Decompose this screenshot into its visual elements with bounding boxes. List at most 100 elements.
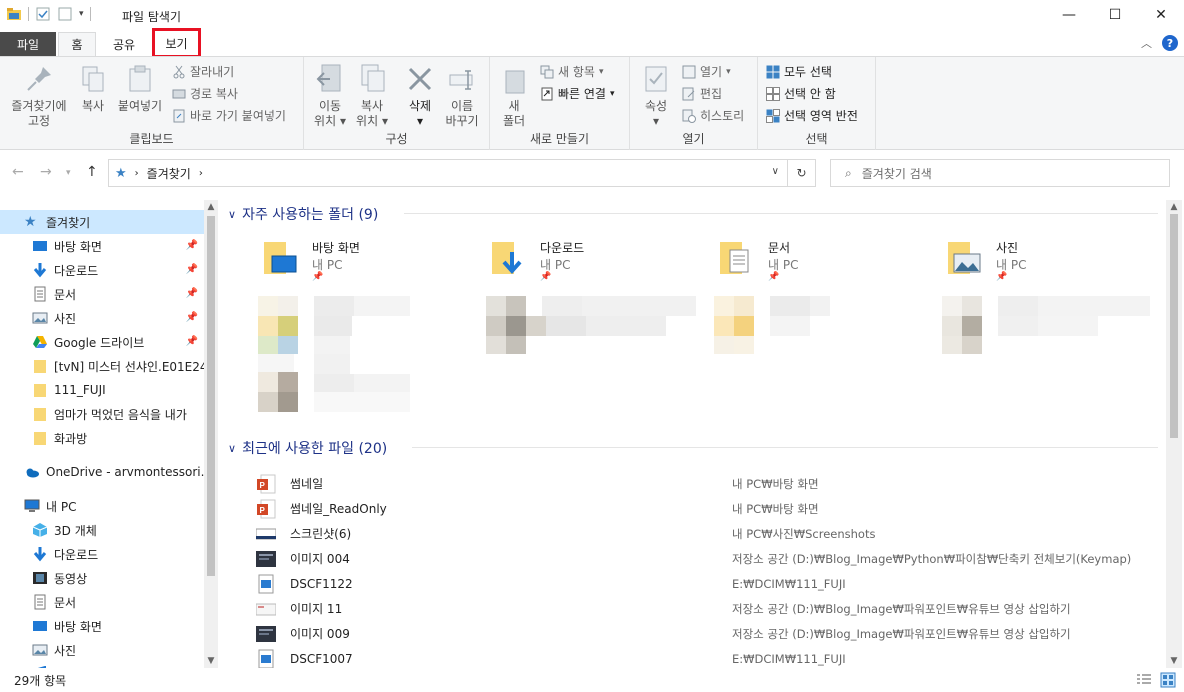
- details-view-icon[interactable]: [1136, 672, 1152, 688]
- help-icon[interactable]: ?: [1162, 35, 1178, 51]
- close-button[interactable]: ✕: [1138, 0, 1184, 30]
- recent-file-row[interactable]: 이미지 009 저장소 공간 (D:)₩Blog_Image₩파워포인트₩유튜브…: [256, 621, 1176, 646]
- nav-this-pc[interactable]: 내 PC: [0, 494, 204, 518]
- back-arrow-icon[interactable]: ←: [12, 164, 24, 180]
- paste-button[interactable]: 붙여넣기: [114, 63, 166, 114]
- new-folder-label-1: 새: [508, 99, 520, 113]
- collapse-chevron-icon[interactable]: ∨: [228, 208, 236, 221]
- frequent-folder-tile[interactable]: 사진 내 PC 📌: [942, 236, 1162, 284]
- recent-file-row[interactable]: DSCF1122 E:₩DCIM₩111_FUJI: [256, 571, 1176, 596]
- pin-icon[interactable]: 📌: [186, 240, 198, 251]
- copy-button[interactable]: 복사: [76, 63, 110, 114]
- scroll-up-icon[interactable]: ▲: [204, 200, 218, 214]
- nav-item-downloads[interactable]: 다운로드 📌: [0, 258, 204, 282]
- tab-share[interactable]: 공유: [104, 32, 144, 56]
- frequent-folder-tile[interactable]: 다운로드 내 PC 📌: [486, 236, 706, 284]
- copy-path-button[interactable]: 경로 복사: [172, 85, 238, 102]
- pictures-icon: [32, 642, 48, 658]
- new-item-button[interactable]: 새 항목 ▾: [540, 63, 603, 80]
- breadcrumb-location[interactable]: 즐겨찾기: [147, 165, 191, 182]
- maximize-button[interactable]: ☐: [1092, 0, 1138, 30]
- edit-button[interactable]: 편집: [682, 85, 722, 102]
- recent-file-row[interactable]: P 썸네일 내 PC₩바탕 화면: [256, 471, 1176, 496]
- new-folder-icon: [498, 63, 530, 95]
- paste-shortcut-button[interactable]: 바로 가기 붙여넣기: [172, 107, 286, 124]
- recent-file-row[interactable]: 이미지 004 저장소 공간 (D:)₩Blog_Image₩Python₩파이…: [256, 546, 1176, 571]
- properties-check-icon[interactable]: [35, 6, 51, 22]
- frequent-folder-tile[interactable]: 문서 내 PC 📌: [714, 236, 934, 284]
- frequent-folders-header[interactable]: ∨ 자주 사용하는 폴더 (9): [228, 204, 378, 224]
- file-explorer-icon[interactable]: [6, 6, 22, 22]
- select-none-button[interactable]: 선택 안 함: [766, 85, 836, 102]
- nav-pc-videos[interactable]: 동영상: [0, 566, 204, 590]
- recent-file-row[interactable]: DSCF1007 E:₩DCIM₩111_FUJI: [256, 646, 1176, 668]
- nav-item-documents[interactable]: 문서 📌: [0, 282, 204, 306]
- nav-item-folder[interactable]: 111_FUJI: [0, 378, 204, 402]
- copy-to-button[interactable]: 복사 위치 ▾: [352, 63, 392, 129]
- scroll-thumb[interactable]: [207, 216, 215, 576]
- nav-item-folder[interactable]: 화과방: [0, 426, 204, 450]
- pin-icon[interactable]: 📌: [186, 312, 198, 323]
- new-folder-button[interactable]: 새 폴더: [498, 63, 530, 129]
- open-dropdown-icon: ▾: [726, 66, 731, 77]
- history-button[interactable]: 히스토리: [682, 107, 744, 124]
- minimize-button[interactable]: —: [1046, 0, 1092, 30]
- frequent-folder-tile[interactable]: 바탕 화면 내 PC 📌: [258, 236, 478, 284]
- nav-pc-pictures[interactable]: 사진: [0, 638, 204, 662]
- nav-pc-documents[interactable]: 문서: [0, 590, 204, 614]
- nav-item-google-drive[interactable]: Google 드라이브 📌: [0, 330, 204, 354]
- address-dropdown-icon[interactable]: ∨: [772, 166, 779, 177]
- new-folder-icon[interactable]: [57, 6, 73, 22]
- recent-file-row[interactable]: 이미지 11 저장소 공간 (D:)₩Blog_Image₩파워포인트₩유튜브 …: [255, 596, 1176, 621]
- recent-file-row[interactable]: 스크린샷(6) 내 PC₩사진₩Screenshots: [255, 521, 1176, 546]
- invert-selection-button[interactable]: 선택 영역 반전: [766, 107, 858, 124]
- nav-item-folder[interactable]: 엄마가 먹었던 음식을 내가: [0, 402, 204, 426]
- large-icons-view-icon[interactable]: [1160, 672, 1176, 688]
- nav-quick-access[interactable]: ★ 즐겨찾기: [0, 210, 204, 234]
- refresh-button[interactable]: ↻: [788, 159, 816, 187]
- open-button[interactable]: 열기 ▾: [682, 63, 731, 80]
- rename-button[interactable]: 이름 바꾸기: [442, 63, 482, 129]
- new-item-dropdown-icon: ▾: [598, 66, 604, 77]
- properties-button[interactable]: 속성 ▾: [638, 63, 674, 129]
- nav-pc-desktop[interactable]: 바탕 화면: [0, 614, 204, 638]
- tab-view[interactable]: 보기: [152, 28, 201, 58]
- nav-onedrive[interactable]: OneDrive - arvmontessori.org: [0, 460, 204, 484]
- move-to-button[interactable]: 이동 위치 ▾: [310, 63, 350, 129]
- collapse-ribbon-icon[interactable]: ︿: [1141, 35, 1152, 51]
- scroll-up-icon[interactable]: ▲: [1166, 200, 1182, 214]
- search-box[interactable]: ⌕ 즐겨찾기 검색: [830, 159, 1170, 187]
- scroll-down-icon[interactable]: ▼: [1166, 654, 1182, 668]
- address-bar[interactable]: ★ › 즐겨찾기 › ∨: [108, 159, 788, 187]
- tab-home[interactable]: 홈: [58, 32, 96, 56]
- scroll-down-icon[interactable]: ▼: [204, 654, 218, 668]
- recent-file-row[interactable]: P 썸네일_ReadOnly 내 PC₩바탕 화면: [256, 496, 1176, 521]
- nav-pc-downloads[interactable]: 다운로드: [0, 542, 204, 566]
- delete-button[interactable]: 삭제 ▾: [400, 63, 440, 129]
- nav-item-pictures[interactable]: 사진 📌: [0, 306, 204, 330]
- tab-file[interactable]: 파일: [0, 32, 56, 56]
- nav-item-desktop[interactable]: 바탕 화면 📌: [0, 234, 204, 258]
- nav-pc-3d-objects[interactable]: 3D 개체: [0, 518, 204, 542]
- pin-icon[interactable]: 📌: [186, 288, 198, 299]
- recent-locations-icon[interactable]: ▾: [66, 168, 71, 178]
- pin-icon[interactable]: 📌: [186, 336, 198, 347]
- navigation-scrollbar[interactable]: ▲ ▼: [204, 200, 218, 668]
- collapse-chevron-icon[interactable]: ∨: [228, 442, 236, 455]
- properties-icon: [640, 63, 672, 95]
- forward-arrow-icon[interactable]: →: [40, 164, 52, 180]
- up-arrow-icon[interactable]: ↑: [86, 164, 98, 180]
- qat-dropdown-icon[interactable]: ▾: [79, 9, 84, 19]
- pin-icon[interactable]: 📌: [186, 264, 198, 275]
- recent-files-header[interactable]: ∨ 최근에 사용한 파일 (20): [228, 438, 387, 458]
- select-all-button[interactable]: 모두 선택: [766, 63, 832, 80]
- easy-access-button[interactable]: 빠른 연결 ▾: [540, 85, 615, 102]
- pin-to-quick-access-button[interactable]: 즐겨찾기에 고정: [6, 63, 72, 129]
- cut-button[interactable]: 잘라내기: [172, 63, 234, 80]
- new-item-label: 새 항목: [558, 65, 595, 79]
- scroll-thumb[interactable]: [1170, 214, 1178, 438]
- nav-item-folder[interactable]: [tvN] 미스터 선샤인.E01E24: [0, 354, 204, 378]
- invert-selection-icon: [766, 108, 780, 123]
- content-scrollbar[interactable]: ▲ ▼: [1166, 200, 1182, 668]
